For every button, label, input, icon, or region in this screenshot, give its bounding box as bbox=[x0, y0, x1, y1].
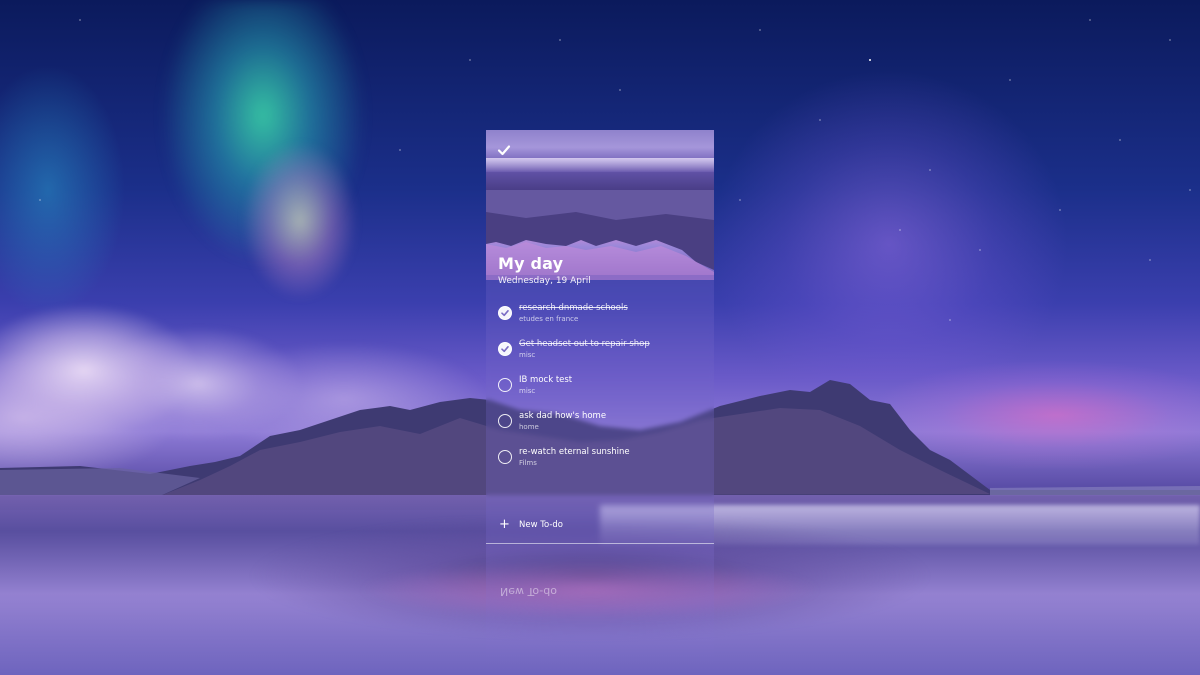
task-title[interactable]: ask dad how's home bbox=[519, 411, 606, 421]
input-underline bbox=[486, 543, 714, 544]
task-list-name: misc bbox=[519, 387, 536, 395]
task-item[interactable]: IB mock test misc bbox=[496, 374, 706, 404]
task-list-name: Films bbox=[519, 459, 537, 467]
task-title[interactable]: research dnmade schools bbox=[519, 303, 628, 313]
task-title[interactable]: re-watch eternal sunshine bbox=[519, 447, 630, 457]
checkbox-empty-icon[interactable] bbox=[498, 414, 512, 428]
task-list-name: home bbox=[519, 423, 539, 431]
new-todo-label[interactable]: New To-do bbox=[519, 520, 563, 530]
checkbox-checked-icon[interactable] bbox=[498, 306, 512, 320]
page-title: My day bbox=[498, 254, 564, 273]
checkbox-empty-icon[interactable] bbox=[498, 450, 512, 464]
checkbox-checked-icon[interactable] bbox=[498, 342, 512, 356]
task-item[interactable]: re-watch eternal sunshine Films bbox=[496, 446, 706, 476]
task-list-name: etudes en france bbox=[519, 315, 579, 323]
task-item[interactable]: research dnmade schools etudes en france bbox=[496, 302, 706, 332]
checkbox-empty-icon[interactable] bbox=[498, 378, 512, 392]
task-title[interactable]: IB mock test bbox=[519, 375, 572, 385]
banner-horizon bbox=[486, 158, 714, 172]
task-title[interactable]: Get headset out to repair shop bbox=[519, 339, 650, 349]
date-subtitle: Wednesday, 19 April bbox=[498, 276, 591, 286]
new-todo-button[interactable]: + New To-do bbox=[496, 518, 706, 536]
reflected-new-todo-label: New To-do bbox=[500, 585, 557, 598]
checkmark-icon bbox=[497, 142, 511, 156]
todo-widget: My day Wednesday, 19 April research dnma… bbox=[486, 130, 714, 545]
widget-reflection: New To-do bbox=[486, 545, 714, 665]
task-list-name: misc bbox=[519, 351, 536, 359]
plus-icon[interactable]: + bbox=[499, 518, 510, 532]
task-item[interactable]: ask dad how's home home bbox=[496, 410, 706, 440]
task-item[interactable]: Get headset out to repair shop misc bbox=[496, 338, 706, 368]
